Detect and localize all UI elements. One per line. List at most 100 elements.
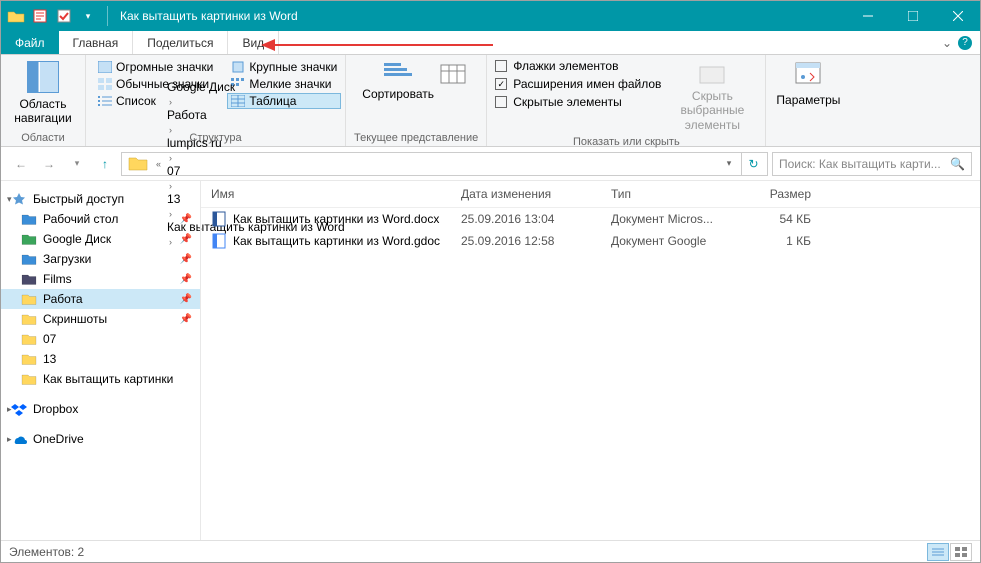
sidebar-item[interactable]: Работа📌 [1,289,200,309]
breadcrumb[interactable]: « Google Диск›Работа›lumpics ru›07›13›Ка… [121,152,768,176]
group-currentview-label: Текущее представление [354,130,478,144]
folder-icon [21,232,37,246]
folder-icon [21,352,37,366]
tab-share[interactable]: Поделиться [133,31,228,54]
layout-huge-icons[interactable]: Огромные значки [94,59,217,75]
folder-icon [21,252,37,266]
ribbon-collapse-icon[interactable]: ⌄ [942,36,952,50]
recent-dropdown[interactable]: ▾ [65,152,89,176]
pin-icon: 📌 [180,314,192,325]
pin-icon: 📌 [180,234,192,245]
view-thumbnails-button[interactable] [950,543,972,561]
folder-icon [21,272,37,286]
refresh-button[interactable]: ↻ [741,153,765,175]
sidebar-onedrive[interactable]: ▸ OneDrive [1,429,200,449]
dropbox-icon [11,402,27,416]
column-name[interactable]: Имя [211,187,461,201]
breadcrumb-segment[interactable]: lumpics ru [165,136,347,150]
file-row[interactable]: Как вытащить картинки из Word.docx25.09.… [201,208,980,230]
sort-icon [382,61,414,85]
folder-icon [21,332,37,346]
pin-icon: 📌 [180,214,192,225]
tab-home[interactable]: Главная [59,31,134,54]
sidebar-item[interactable]: Как вытащить картинки [1,369,200,389]
search-placeholder: Поиск: Как вытащить карти... [779,157,950,171]
view-details-button[interactable] [927,543,949,561]
sidebar-quick-access[interactable]: ▾ Быстрый доступ [1,189,200,209]
document-icon [211,233,227,249]
chevron-right-icon[interactable]: › [165,97,176,107]
show-extensions-toggle[interactable]: Расширения имен файлов [495,77,661,91]
breadcrumb-segment[interactable]: Работа [165,108,347,122]
sidebar-item[interactable]: 13 [1,349,200,369]
chevron-right-icon[interactable]: › [165,125,176,135]
tree-collapse-icon[interactable]: ▸ [7,404,12,415]
up-button[interactable]: ↑ [93,152,117,176]
column-date[interactable]: Дата изменения [461,187,611,201]
forward-button[interactable]: → [37,152,61,176]
sidebar-dropbox[interactable]: ▸ Dropbox [1,399,200,419]
search-input[interactable]: Поиск: Как вытащить карти... 🔍 [772,152,972,176]
titlebar: ▾ Как вытащить картинки из Word [1,1,980,31]
breadcrumb-dropdown-icon[interactable]: ▾ [717,152,741,176]
sort-button[interactable]: Сортировать [364,59,432,103]
show-hidden-toggle[interactable]: Скрытые элементы [495,95,661,109]
pin-icon: 📌 [180,254,192,265]
sidebar: ▾ Быстрый доступ Рабочий стол📌Google Дис… [1,181,201,541]
window-title: Как вытащить картинки из Word [112,9,845,23]
properties-icon[interactable] [29,5,51,27]
sidebar-item[interactable]: Рабочий стол📌 [1,209,200,229]
layout-large-icons[interactable]: Крупные значки [227,59,341,75]
minimize-button[interactable] [845,1,890,31]
navigation-pane-button[interactable]: Область навигации [9,59,77,128]
checkbox-icon[interactable] [53,5,75,27]
address-bar: ← → ▾ ↑ « Google Диск›Работа›lumpics ru›… [1,147,980,181]
sidebar-item[interactable]: 07 [1,329,200,349]
maximize-button[interactable] [890,1,935,31]
options-icon [792,61,824,91]
sidebar-item[interactable]: Загрузки📌 [1,249,200,269]
qat-dropdown-icon[interactable]: ▾ [77,5,99,27]
help-icon[interactable]: ? [958,36,972,50]
options-button[interactable]: Параметры [774,59,842,109]
ribbon-tabs: Файл Главная Поделиться Вид ⌄ ? [1,31,980,55]
tree-expand-icon[interactable]: ▾ [7,194,12,205]
tab-file[interactable]: Файл [1,31,59,54]
document-icon [211,211,227,227]
chevron-root-icon[interactable]: « [152,159,165,169]
annotation-arrow [261,39,493,51]
back-button[interactable]: ← [9,152,33,176]
folder-icon [21,292,37,306]
chevron-right-icon[interactable]: › [165,153,176,163]
tree-collapse-icon[interactable]: ▸ [7,434,12,445]
star-icon [11,192,27,206]
column-headers[interactable]: Имя Дата изменения Тип Размер [201,181,980,208]
close-button[interactable] [935,1,980,31]
breadcrumb-segment[interactable]: Google Диск [165,80,347,94]
sidebar-item[interactable]: Скриншоты📌 [1,309,200,329]
pin-icon: 📌 [180,274,192,285]
folder-icon [21,312,37,326]
status-text: Элементов: 2 [9,545,84,559]
column-size[interactable]: Размер [751,187,811,201]
breadcrumb-segment[interactable]: 07 [165,164,347,178]
folder-icon [21,212,37,226]
nav-pane-label: Область навигации [11,97,75,126]
status-bar: Элементов: 2 [1,540,980,562]
folder-icon [21,372,37,386]
column-type[interactable]: Тип [611,187,751,201]
group-panes-label: Области [21,130,65,144]
folder-icon [5,5,27,27]
onedrive-icon [11,432,27,446]
file-row[interactable]: Как вытащить картинки из Word.gdoc25.09.… [201,230,980,252]
hide-icon [696,61,728,87]
sidebar-item[interactable]: Google Диск📌 [1,229,200,249]
folder-icon [128,155,148,173]
show-checkboxes-toggle[interactable]: Флажки элементов [495,59,661,73]
search-icon: 🔍 [950,157,965,171]
columns-button[interactable] [438,59,468,91]
group-showhide-label: Показать или скрыть [573,134,680,148]
sidebar-item[interactable]: Films📌 [1,269,200,289]
hide-selected-button[interactable]: Скрыть выбранные элементы [667,59,757,134]
file-list: Имя Дата изменения Тип Размер Как вытащи… [201,181,980,541]
